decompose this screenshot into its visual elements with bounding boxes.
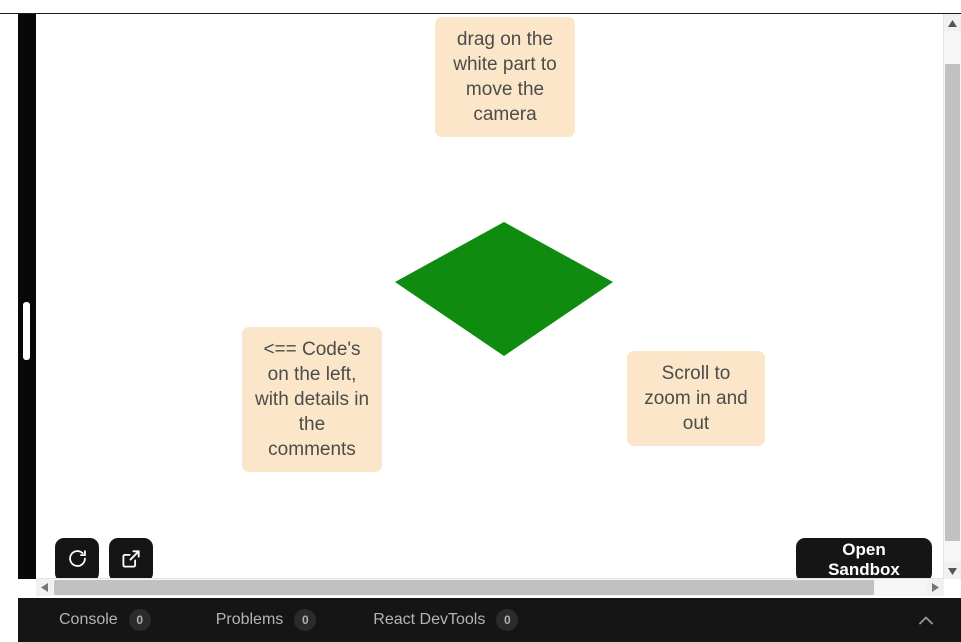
- collapse-panel-button[interactable]: [912, 606, 940, 634]
- reload-button[interactable]: [55, 538, 99, 579]
- horizontal-scroll-thumb[interactable]: [54, 580, 874, 595]
- tab-react-devtools-label: React DevTools: [373, 611, 486, 628]
- tab-console-badge: 0: [128, 609, 151, 631]
- scroll-down-button[interactable]: [944, 562, 961, 579]
- chevron-up-icon: [919, 613, 933, 628]
- external-link-icon: [120, 548, 142, 573]
- triangle-right-icon: [932, 579, 939, 597]
- open-in-new-window-button[interactable]: [109, 538, 153, 579]
- code-editor-strip: [18, 14, 36, 579]
- vertical-scrollbar[interactable]: [943, 14, 961, 579]
- green-plane-svg: [395, 222, 613, 356]
- tab-react-devtools-badge: 0: [496, 609, 519, 631]
- tab-console[interactable]: Console 0: [59, 609, 151, 631]
- devtools-tab-bar: Console 0 Problems 0 React DevTools 0: [18, 598, 961, 642]
- triangle-down-icon: [948, 562, 957, 580]
- triangle-up-icon: [948, 14, 957, 32]
- tab-console-label: Console: [59, 611, 118, 628]
- note-code: <== Code's on the left, with details in …: [242, 327, 382, 472]
- green-plane-shape: [394, 219, 614, 359]
- vertical-scroll-thumb[interactable]: [945, 64, 960, 541]
- note-camera: drag on the white part to move the camer…: [435, 17, 575, 137]
- preview-canvas[interactable]: drag on the white part to move the camer…: [36, 14, 932, 579]
- note-zoom: Scroll to zoom in and out: [627, 351, 765, 446]
- tab-problems-badge: 0: [294, 609, 317, 631]
- tab-react-devtools[interactable]: React DevTools 0: [373, 609, 519, 631]
- tab-problems-label: Problems: [215, 611, 284, 628]
- scroll-left-button[interactable]: [36, 579, 53, 596]
- triangle-left-icon: [41, 579, 48, 597]
- refresh-icon: [67, 548, 88, 572]
- pane-drag-handle[interactable]: [23, 302, 30, 360]
- horizontal-scrollbar[interactable]: [36, 578, 944, 596]
- tab-problems[interactable]: Problems 0: [216, 609, 317, 631]
- open-sandbox-button[interactable]: Open Sandbox: [796, 538, 932, 579]
- scroll-right-button[interactable]: [927, 579, 944, 596]
- scroll-up-button[interactable]: [944, 14, 961, 31]
- app-root: drag on the white part to move the camer…: [0, 0, 961, 642]
